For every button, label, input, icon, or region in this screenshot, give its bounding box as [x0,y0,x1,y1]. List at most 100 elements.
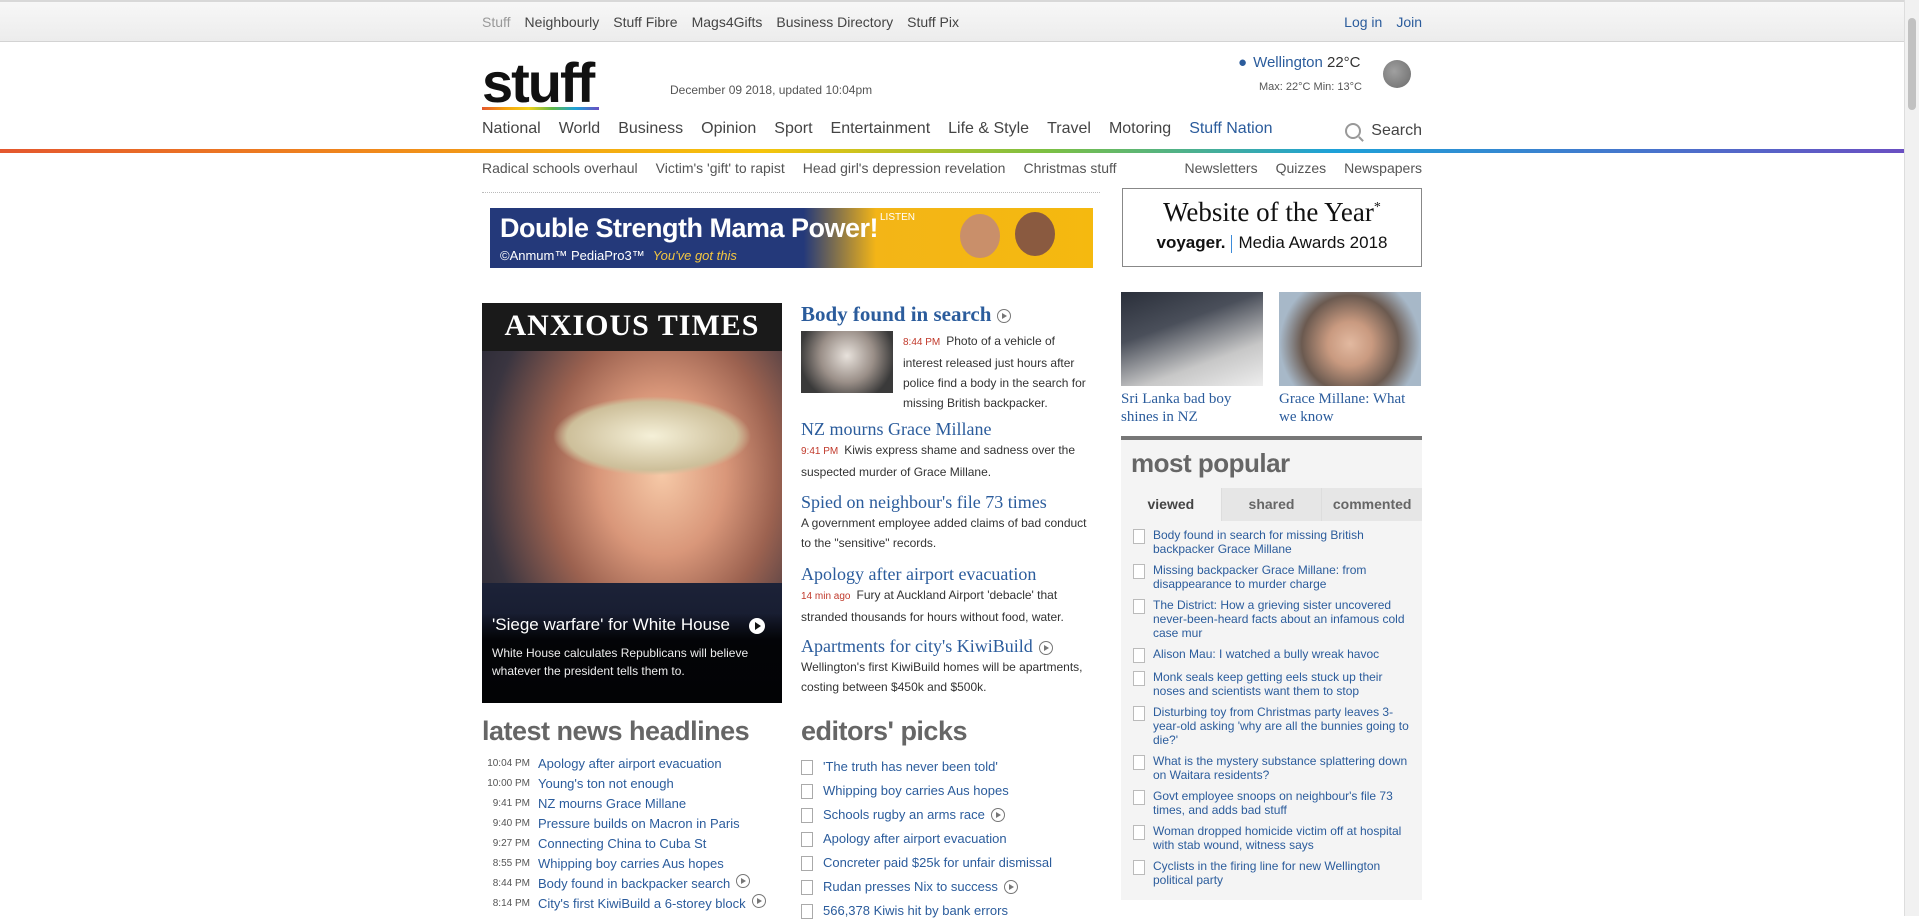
nav-opinion[interactable]: Opinion [701,120,756,142]
list-item-link[interactable]: Govt employee snoops on neighbour's file… [1153,789,1413,817]
nav-travel[interactable]: Travel [1047,120,1091,142]
list-item[interactable]: Body found in search for missing British… [1133,528,1413,556]
rail-story-image[interactable] [1279,292,1421,386]
scrollbar-thumb[interactable] [1908,18,1916,110]
newsletters-link[interactable]: Newsletters [1184,160,1257,182]
pick-link[interactable]: 566,378 Kiwis hit by bank errors [823,899,1008,923]
headline-link[interactable]: City's first KiwiBuild a 6-storey block [538,894,746,914]
table-row[interactable]: 9:40 PM Pressure builds on Macron in Pari… [482,814,782,834]
headline-link[interactable]: Whipping boy carries Aus hopes [538,854,724,874]
rail-story[interactable]: Sri Lanka bad boy shines in NZ [1121,292,1263,426]
list-item[interactable]: Concreter paid $25k for unfair dismissal [801,851,1091,875]
nav-sport[interactable]: Sport [774,120,812,142]
headline-link[interactable]: Connecting China to Cuba St [538,834,706,854]
nav-world[interactable]: World [559,120,601,142]
list-item[interactable]: Missing backpacker Grace Millane: from d… [1133,563,1413,591]
pick-link[interactable]: Apology after airport evacuation [823,827,1007,851]
pick-link[interactable]: Concreter paid $25k for unfair dismissal [823,851,1052,875]
list-item[interactable]: Govt employee snoops on neighbour's file… [1133,789,1413,817]
video-play-icon[interactable] [1038,640,1053,655]
trending-link[interactable]: Victim's 'gift' to rapist [656,160,785,182]
list-item[interactable]: Alison Mau: I watched a bully wreak havo… [1133,647,1413,663]
story-title-text[interactable]: Apartments for city's KiwiBuild [801,636,1033,656]
pick-link[interactable]: Schools rugby an arms race [823,803,985,827]
search-button[interactable]: Search [1345,120,1422,142]
table-row[interactable]: 9:41 PM NZ mourns Grace Millane [482,794,782,814]
lead-title[interactable]: 'Siege warfare' for White House [492,615,730,635]
table-row[interactable]: 8:14 PM City's first KiwiBuild a 6-storey… [482,894,782,914]
list-item[interactable]: 'The truth has never been told' [801,755,1091,779]
rail-story-caption[interactable]: Sri Lanka bad boy shines in NZ [1121,390,1263,426]
topbar-link-mags4gifts[interactable]: Mags4Gifts [692,14,763,30]
list-item[interactable]: Cyclists in the firing line for new Well… [1133,859,1413,887]
list-item-link[interactable]: What is the mystery substance splatterin… [1153,754,1413,782]
tab-viewed[interactable]: viewed [1121,488,1221,521]
topbar-link-neighbourly[interactable]: Neighbourly [525,14,600,30]
nav-life-style[interactable]: Life & Style [948,120,1029,142]
pick-link[interactable]: Whipping boy carries Aus hopes [823,779,1009,803]
nav-national[interactable]: National [482,120,541,142]
table-row[interactable]: 10:04 PM Apology after airport evacuation [482,754,782,774]
list-item-link[interactable]: Cyclists in the firing line for new Well… [1153,859,1413,887]
nav-business[interactable]: Business [618,120,683,142]
table-row[interactable]: 9:27 PM Connecting China to Cuba St [482,834,782,854]
topbar-link-stuff-fibre[interactable]: Stuff Fibre [613,14,677,30]
join-link[interactable]: Join [1396,14,1422,30]
story-title[interactable]: NZ mourns Grace Millane [801,418,1091,440]
list-item[interactable]: Rudan presses Nix to success [801,875,1091,899]
list-item[interactable]: Whipping boy carries Aus hopes [801,779,1091,803]
weather-location[interactable]: ● Wellington 22°C [1238,54,1361,71]
video-play-icon[interactable] [736,874,751,888]
page-scrollbar[interactable] [1904,0,1919,916]
story-title[interactable]: Apology after airport evacuation [801,563,1091,585]
nav-motoring[interactable]: Motoring [1109,120,1171,142]
headline-link[interactable]: Apology after airport evacuation [538,754,722,774]
list-item[interactable]: What is the mystery substance splatterin… [1133,754,1413,782]
story-title[interactable]: Body found in search [801,303,1091,325]
list-item[interactable]: Woman dropped homicide victim off at hos… [1133,824,1413,852]
video-play-icon[interactable] [1003,880,1018,894]
list-item-link[interactable]: Missing backpacker Grace Millane: from d… [1153,563,1413,591]
topbar-link-business-directory[interactable]: Business Directory [776,14,893,30]
weather-city[interactable]: Wellington [1253,54,1323,71]
trending-link[interactable]: Radical schools overhaul [482,160,638,182]
list-item-link[interactable]: Monk seals keep getting eels stuck up th… [1153,670,1413,698]
lead-story[interactable]: ANXIOUS TIMES 'Siege warfare' for White … [482,303,782,703]
story-title[interactable]: Apartments for city's KiwiBuild [801,635,1091,657]
list-item-link[interactable]: Woman dropped homicide victim off at hos… [1153,824,1413,852]
nav-entertainment[interactable]: Entertainment [831,120,931,142]
list-item[interactable]: 566,378 Kiwis hit by bank errors [801,899,1091,923]
story-thumbnail[interactable] [801,331,893,393]
rail-story[interactable]: Grace Millane: What we know [1279,292,1421,426]
pick-link[interactable]: 'The truth has never been told' [823,755,998,779]
tab-shared[interactable]: shared [1220,488,1322,521]
weather-widget[interactable]: ● Wellington 22°C Max: 22°C Min: 13°C [1238,54,1422,98]
trending-link[interactable]: Head girl's depression revelation [803,160,1006,182]
list-item[interactable]: Monk seals keep getting eels stuck up th… [1133,670,1413,698]
headline-link[interactable]: Pressure builds on Macron in Paris [538,814,740,834]
list-item[interactable]: Disturbing toy from Christmas party leav… [1133,705,1413,747]
trending-link[interactable]: Christmas stuff [1023,160,1116,182]
headline-link[interactable]: Young's ton not enough [538,774,674,794]
nav-stuff-nation[interactable]: Stuff Nation [1189,120,1272,142]
list-item-link[interactable]: The District: How a grieving sister unco… [1153,598,1413,640]
advertisement-banner[interactable]: Double Strength Mama Power! ©Anmum™ Pedi… [490,208,1093,268]
table-row[interactable]: 10:00 PM Young's ton not enough [482,774,782,794]
rail-story-caption[interactable]: Grace Millane: What we know [1279,390,1421,426]
headline-link[interactable]: NZ mourns Grace Millane [538,794,686,814]
video-play-icon[interactable] [990,808,1005,822]
tab-commented[interactable]: commented [1321,488,1423,521]
award-banner[interactable]: Website of the Year* voyager. Media Award… [1122,188,1422,267]
topbar-link-stuff-pix[interactable]: Stuff Pix [907,14,959,30]
login-link[interactable]: Log in [1344,14,1382,30]
list-item-link[interactable]: Body found in search for missing British… [1153,528,1413,556]
video-play-icon[interactable] [751,894,766,908]
table-row[interactable]: 8:55 PM Whipping boy carries Aus hopes [482,854,782,874]
headline-link[interactable]: Body found in backpacker search [538,874,730,894]
list-item-link[interactable]: Alison Mau: I watched a bully wreak havo… [1153,647,1379,663]
video-play-icon[interactable] [997,309,1012,324]
stuff-logo[interactable]: stuff [482,55,595,111]
list-item-link[interactable]: Disturbing toy from Christmas party leav… [1153,705,1413,747]
rail-story-image[interactable] [1121,292,1263,386]
newspapers-link[interactable]: Newspapers [1344,160,1422,182]
